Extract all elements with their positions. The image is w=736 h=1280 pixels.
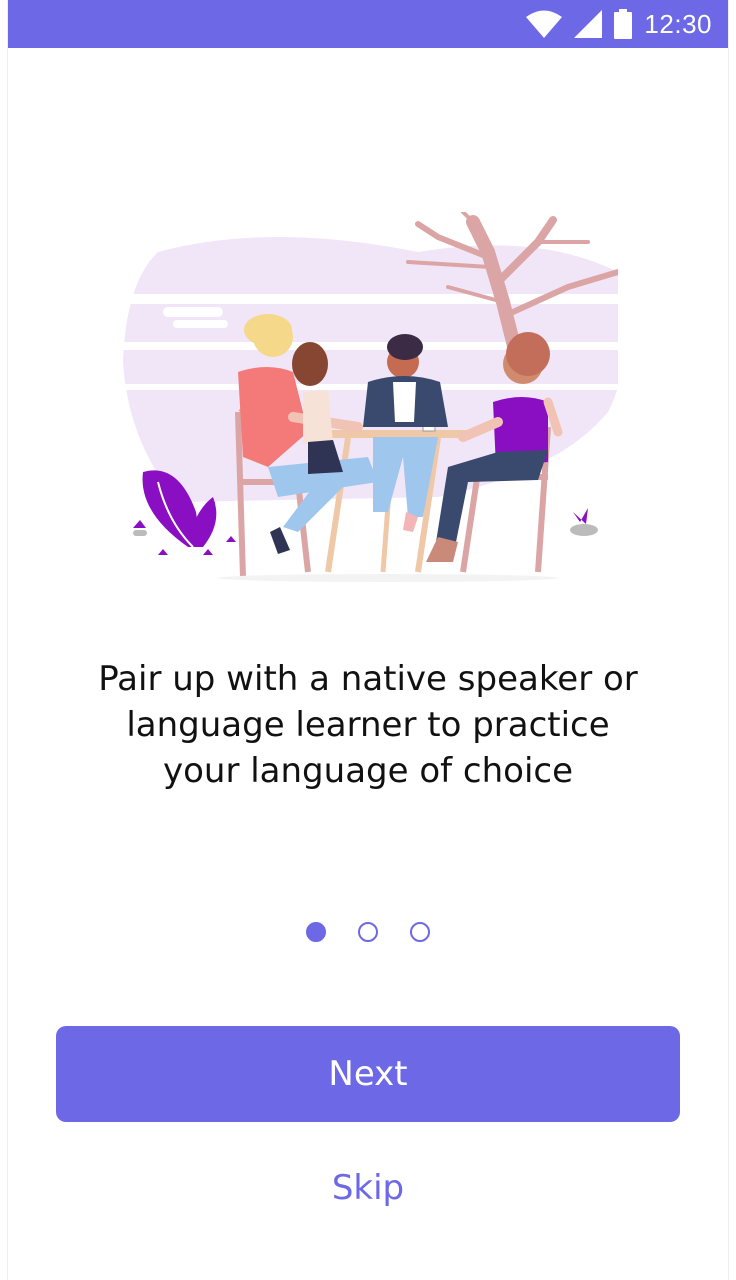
onboarding-text-line-2: language learner to practice — [126, 705, 610, 745]
wifi-icon — [526, 10, 563, 38]
battery-icon — [614, 9, 633, 39]
skip-link[interactable]: Skip — [8, 1168, 728, 1208]
next-button[interactable]: Next — [56, 1026, 680, 1122]
page-indicator — [8, 922, 728, 942]
onboarding-description: Pair up with a native speaker or languag… — [48, 656, 688, 794]
screen: 12:30 Pair up with a native speaker or l… — [8, 0, 728, 1280]
status-bar: 12:30 — [8, 0, 728, 48]
page-dot-2[interactable] — [358, 922, 378, 942]
status-icons: 12:30 — [526, 0, 712, 48]
people-at-cafe-table-illustration — [118, 212, 618, 582]
page-dot-1-active[interactable] — [306, 922, 326, 942]
cellular-signal-icon — [574, 10, 603, 38]
onboarding-text-line-1: Pair up with a native speaker or — [98, 659, 638, 699]
page-dot-3[interactable] — [410, 922, 430, 942]
status-time: 12:30 — [644, 8, 712, 39]
onboarding-text-line-3: your language of choice — [162, 751, 574, 791]
